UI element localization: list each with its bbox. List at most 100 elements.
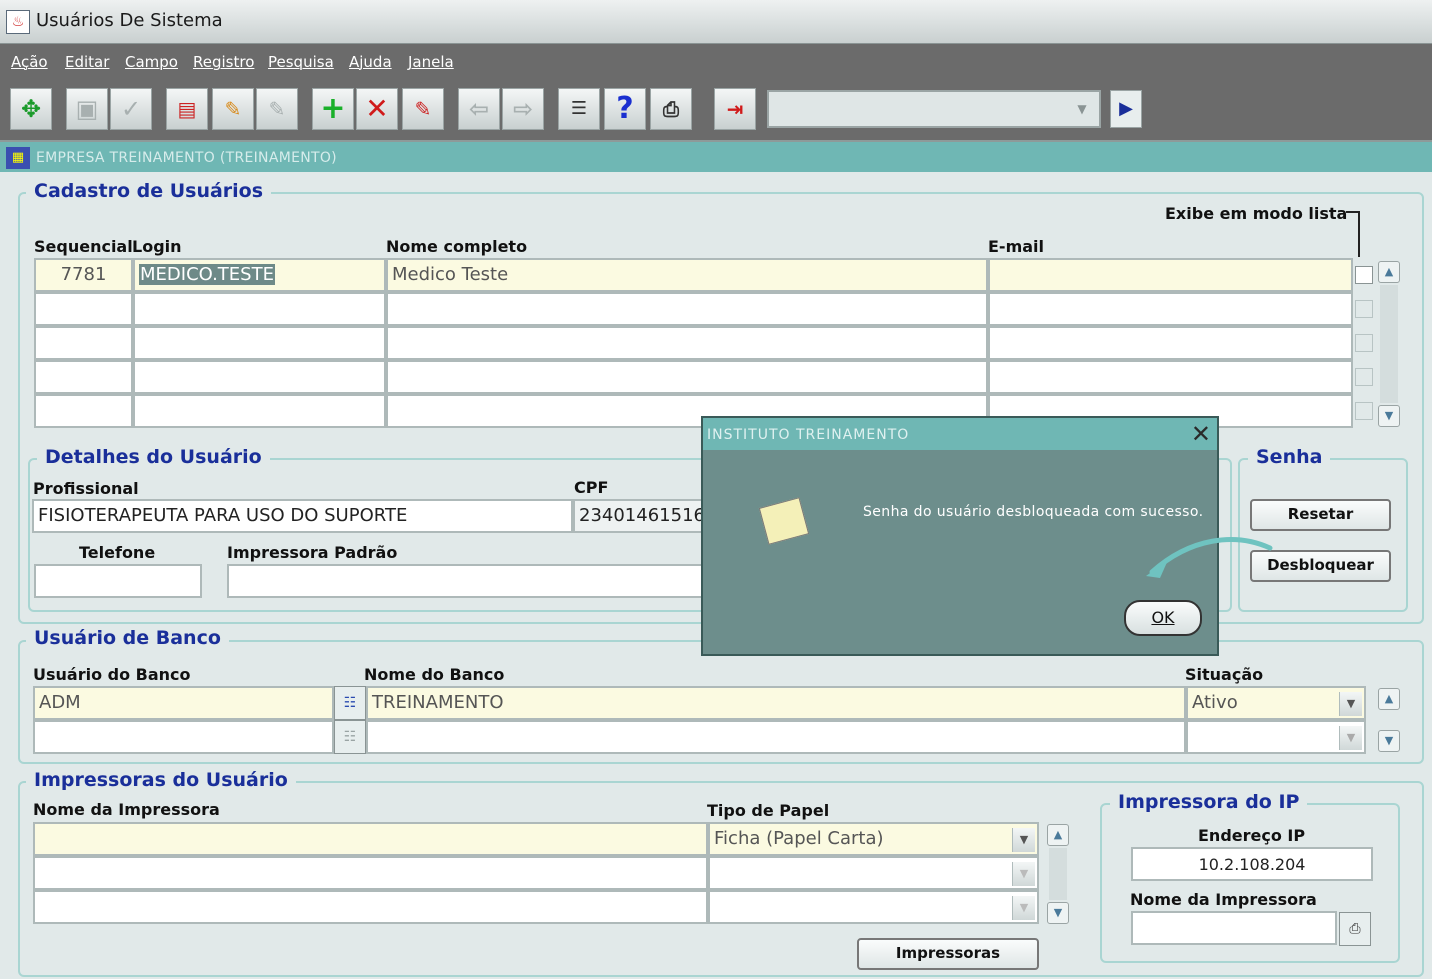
- list-mode-checkbox-row3[interactable]: [1355, 334, 1373, 352]
- seq-field-row3[interactable]: [34, 326, 133, 360]
- login-field-row3[interactable]: [133, 326, 386, 360]
- report-icon[interactable]: ▤: [166, 88, 208, 130]
- chevron-down-icon: ▼: [1012, 896, 1035, 920]
- delete-record-icon[interactable]: ✕: [356, 88, 398, 130]
- email-field-row3[interactable]: [988, 326, 1353, 360]
- next-arrow-icon[interactable]: ⇨: [502, 88, 544, 130]
- login-field-row5[interactable]: [133, 394, 386, 428]
- clear-pencil-icon[interactable]: ✎: [256, 88, 298, 130]
- telefone-field[interactable]: [34, 564, 202, 598]
- seq-field[interactable]: 7781: [34, 258, 133, 292]
- note-icon: [758, 497, 810, 545]
- login-field-row4[interactable]: [133, 360, 386, 394]
- login-field-row2[interactable]: [133, 292, 386, 326]
- window-titlebar: ♨ Usuários De Sistema: [0, 0, 1432, 44]
- banco-scroll-up-icon[interactable]: ▲: [1378, 688, 1400, 710]
- profissional-field[interactable]: FISIOTERAPEUTA PARA USO DO SUPORTE: [32, 499, 573, 533]
- ip-nome-impressora-field[interactable]: [1131, 911, 1337, 945]
- menu-ajuda[interactable]: Ajuda: [349, 53, 392, 71]
- email-field-row2[interactable]: [988, 292, 1353, 326]
- list-values-icon[interactable]: ☷: [334, 686, 366, 720]
- menu-campo[interactable]: Campo: [125, 53, 178, 71]
- banco-scroll-down-icon[interactable]: ▼: [1378, 730, 1400, 752]
- nome-impressora-field-row3[interactable]: [33, 890, 708, 924]
- nome-field[interactable]: Medico Teste: [386, 258, 988, 292]
- seq-field-row2[interactable]: [34, 292, 133, 326]
- org-name: EMPRESA TREINAMENTO (TREINAMENTO): [36, 150, 337, 166]
- list-sort-icon[interactable]: ☰: [558, 88, 600, 130]
- situacao-select-row2[interactable]: ▼: [1186, 720, 1366, 754]
- impressora-padrao-field[interactable]: [227, 564, 707, 598]
- check-icon[interactable]: ✓: [110, 88, 152, 130]
- previous-arrow-icon[interactable]: ⇦: [458, 88, 500, 130]
- move-icon[interactable]: ✥: [10, 88, 52, 130]
- exit-door-icon[interactable]: ⇥: [714, 88, 756, 130]
- java-app-icon: ♨: [6, 10, 30, 34]
- situacao-value: Ativo: [1192, 692, 1238, 713]
- users-scrollbar-track[interactable]: [1380, 285, 1398, 403]
- nome-field-row2[interactable]: [386, 292, 988, 326]
- list-mode-label: Exibe em modo lista: [1165, 204, 1348, 223]
- usuario-banco-field-row2[interactable]: [33, 720, 334, 754]
- print-icon[interactable]: ⎙: [650, 88, 692, 130]
- tipo-papel-select-row2[interactable]: ▼: [708, 856, 1039, 890]
- chevron-down-icon: ▼: [1012, 828, 1035, 852]
- nome-impressora-field[interactable]: [33, 822, 708, 856]
- menu-pesquisa[interactable]: Pesquisa: [268, 53, 334, 71]
- close-icon[interactable]: ✕: [1191, 420, 1211, 448]
- email-field[interactable]: [988, 258, 1353, 292]
- situacao-select[interactable]: Ativo ▼: [1186, 686, 1366, 720]
- col-header-login: Login: [132, 237, 182, 256]
- list-mode-checkbox[interactable]: [1355, 266, 1373, 284]
- edit-pencil-icon[interactable]: ✎: [212, 88, 254, 130]
- usuario-banco-field[interactable]: ADM: [33, 686, 334, 720]
- impressoras-scroll-up-icon[interactable]: ▲: [1047, 824, 1069, 846]
- email-field-row4[interactable]: [988, 360, 1353, 394]
- nome-field-row4[interactable]: [386, 360, 988, 394]
- toolbar-combo[interactable]: ▼: [767, 90, 1101, 128]
- annotation-arrow: [1146, 537, 1273, 578]
- nome-banco-field-row2[interactable]: [366, 720, 1186, 754]
- menu-acao[interactable]: Ação: [11, 53, 48, 71]
- list-values-icon-row2[interactable]: ☷: [334, 720, 366, 754]
- impressoras-title: Impressoras do Usuário: [26, 769, 296, 791]
- ok-button[interactable]: OK: [1124, 600, 1202, 636]
- impressoras-scrollbar-track[interactable]: [1049, 848, 1067, 900]
- nome-field-row3[interactable]: [386, 326, 988, 360]
- impressoras-button[interactable]: Impressoras: [857, 938, 1039, 970]
- scroll-down-icon[interactable]: ▼: [1378, 405, 1400, 427]
- login-field[interactable]: MEDICO.TESTE: [133, 258, 386, 292]
- nome-banco-field[interactable]: TREINAMENTO: [366, 686, 1186, 720]
- seq-field-row4[interactable]: [34, 360, 133, 394]
- nome-banco-label: Nome do Banco: [364, 665, 505, 684]
- window-title: Usuários De Sistema: [36, 10, 223, 31]
- nome-impressora-field-row2[interactable]: [33, 856, 708, 890]
- scroll-up-icon[interactable]: ▲: [1378, 261, 1400, 283]
- situacao-label: Situação: [1185, 665, 1264, 684]
- endereco-ip-field[interactable]: 10.2.108.204: [1131, 847, 1373, 881]
- dialog-message: Senha do usuário desbloqueada com sucess…: [863, 504, 1204, 520]
- list-mode-checkbox-row4[interactable]: [1355, 368, 1373, 386]
- list-mode-checkbox-row5[interactable]: [1355, 402, 1373, 420]
- help-icon[interactable]: ?: [604, 88, 646, 130]
- list-mode-checkbox-row2[interactable]: [1355, 300, 1373, 318]
- cpf-field[interactable]: 23401461516: [573, 499, 703, 533]
- menu-editar[interactable]: Editar: [65, 53, 109, 71]
- printer-icon[interactable]: ⎙: [1339, 912, 1371, 946]
- nome-impressora-label: Nome da Impressora: [33, 800, 220, 819]
- menu-janela[interactable]: Janela: [408, 53, 454, 71]
- telefone-label: Telefone: [79, 543, 156, 562]
- impressora-padrao-label: Impressora Padrão: [227, 543, 398, 562]
- play-icon[interactable]: ▶: [1110, 90, 1142, 128]
- tipo-papel-select[interactable]: Ficha (Papel Carta) ▼: [708, 822, 1039, 856]
- add-record-icon[interactable]: +: [312, 88, 354, 130]
- save-icon[interactable]: ▣: [66, 88, 108, 130]
- tipo-papel-label: Tipo de Papel: [707, 801, 830, 820]
- tipo-papel-select-row3[interactable]: ▼: [708, 890, 1039, 924]
- org-app-icon: ▦: [6, 147, 30, 169]
- impressoras-scroll-down-icon[interactable]: ▼: [1047, 902, 1069, 924]
- seq-field-row5[interactable]: [34, 394, 133, 428]
- erase-icon[interactable]: ✎: [402, 88, 444, 130]
- reset-password-button[interactable]: Resetar: [1250, 499, 1391, 531]
- menu-registro[interactable]: Registro: [193, 53, 254, 71]
